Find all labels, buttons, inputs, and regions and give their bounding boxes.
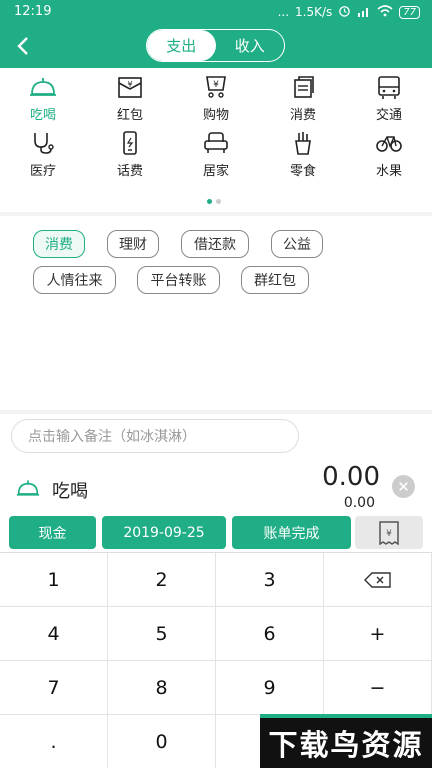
account-button[interactable]: 现金 bbox=[9, 516, 96, 549]
key-3[interactable]: 3 bbox=[216, 553, 324, 607]
section-divider bbox=[0, 410, 432, 414]
wifi-icon bbox=[377, 4, 393, 20]
plus-key[interactable]: + bbox=[324, 607, 432, 661]
category-label: 医疗 bbox=[29, 164, 56, 179]
tag-chip[interactable]: 平台转账 bbox=[137, 266, 220, 294]
armchair-icon bbox=[204, 132, 228, 153]
tab-income[interactable]: 收入 bbox=[216, 30, 285, 61]
category-item-food[interactable]: 吃喝 bbox=[13, 74, 73, 123]
svg-text:¥: ¥ bbox=[213, 80, 219, 90]
category-label: 居家 bbox=[202, 164, 229, 179]
red-envelope-icon: ¥ bbox=[118, 77, 142, 98]
receipt-icon: ¥ bbox=[379, 520, 399, 545]
expense-income-switch: 支出 收入 bbox=[146, 29, 285, 62]
status-dots: ... bbox=[277, 5, 290, 19]
key-8[interactable]: 8 bbox=[108, 661, 216, 715]
close-icon: ✕ bbox=[397, 477, 410, 496]
category-item-red-envelope[interactable]: ¥ 红包 bbox=[100, 74, 160, 123]
selected-category: 吃喝 bbox=[52, 481, 88, 502]
category-label: 红包 bbox=[116, 108, 143, 123]
alarm-icon bbox=[338, 4, 351, 20]
status-bar: 12:19 ... 1.5K/s 77 bbox=[0, 0, 432, 24]
tag-chip[interactable]: 公益 bbox=[271, 230, 323, 258]
battery-icon: 77 bbox=[399, 5, 420, 19]
receipt-icon bbox=[294, 76, 314, 98]
backspace-key[interactable] bbox=[324, 553, 432, 607]
tag-chip[interactable]: 群红包 bbox=[241, 266, 309, 294]
shopping-bag-icon: ¥ bbox=[206, 76, 226, 98]
signal-icon bbox=[357, 5, 371, 20]
key-6[interactable]: 6 bbox=[216, 607, 324, 661]
tag-chip[interactable]: 人情往来 bbox=[33, 266, 116, 294]
key-7[interactable]: 7 bbox=[0, 661, 108, 715]
network-speed: 1.5K/s bbox=[295, 5, 333, 19]
section-divider bbox=[0, 212, 432, 216]
status-time: 12:19 bbox=[14, 4, 52, 19]
watermark-logo: 下载鸟资源 bbox=[260, 714, 432, 768]
tab-expense[interactable]: 支出 bbox=[147, 30, 216, 61]
done-button[interactable]: 账单完成 bbox=[232, 516, 351, 549]
ticket-button[interactable]: ¥ bbox=[355, 516, 423, 549]
category-label: 零食 bbox=[289, 164, 316, 179]
page-dot-active bbox=[207, 199, 212, 204]
stethoscope-icon bbox=[34, 133, 54, 154]
status-indicators: ... 1.5K/s 77 bbox=[278, 4, 420, 20]
backspace-icon bbox=[363, 571, 391, 588]
category-label: 话费 bbox=[116, 164, 143, 179]
memo-input[interactable]: 点击输入备注（如冰淇淋） bbox=[11, 419, 299, 453]
svg-text:¥: ¥ bbox=[386, 529, 392, 539]
header-bar: 12:19 ... 1.5K/s 77 支出 收入 bbox=[0, 0, 432, 68]
category-item-consumption[interactable]: 消费 bbox=[273, 74, 333, 123]
phone-icon bbox=[123, 131, 137, 155]
date-button[interactable]: 2019-09-25 bbox=[102, 516, 226, 549]
category-item-medical[interactable]: 医疗 bbox=[13, 130, 73, 179]
key-5[interactable]: 5 bbox=[108, 607, 216, 661]
category-label: 消费 bbox=[289, 108, 316, 123]
key-2[interactable]: 2 bbox=[108, 553, 216, 607]
amount-row: 吃喝 0.00 0.00 ✕ bbox=[0, 460, 432, 514]
category-label: 购物 bbox=[202, 108, 229, 123]
food-cloche-icon bbox=[30, 78, 56, 96]
clear-button[interactable]: ✕ bbox=[392, 475, 415, 498]
page-indicator bbox=[207, 199, 221, 204]
amount-display: 0.00 bbox=[322, 462, 380, 492]
sub-amount-display: 0.00 bbox=[343, 495, 375, 511]
key-0[interactable]: 0 bbox=[108, 715, 216, 768]
category-item-home[interactable]: 居家 bbox=[186, 130, 246, 179]
category-item-phone-bill[interactable]: 话费 bbox=[100, 130, 160, 179]
bicycle-icon bbox=[376, 136, 402, 152]
key-9[interactable]: 9 bbox=[216, 661, 324, 715]
page-dot bbox=[216, 199, 221, 204]
tag-chip[interactable]: 消费 bbox=[33, 230, 85, 258]
tag-chip[interactable]: 理财 bbox=[107, 230, 159, 258]
category-label: 交通 bbox=[375, 108, 402, 123]
category-label: 水果 bbox=[375, 164, 402, 179]
category-item-transport[interactable]: 交通 bbox=[359, 74, 419, 123]
category-item-snacks[interactable]: 零食 bbox=[273, 130, 333, 179]
category-item-fruit[interactable]: 水果 bbox=[359, 130, 419, 179]
food-cloche-icon bbox=[16, 477, 40, 503]
key-4[interactable]: 4 bbox=[0, 607, 108, 661]
key-decimal[interactable]: . bbox=[0, 715, 108, 768]
fries-icon bbox=[295, 132, 311, 155]
chevron-left-icon bbox=[17, 37, 28, 55]
category-label: 吃喝 bbox=[29, 108, 56, 123]
tag-chip[interactable]: 借还款 bbox=[181, 230, 249, 258]
key-1[interactable]: 1 bbox=[0, 553, 108, 607]
back-button[interactable] bbox=[10, 32, 36, 60]
bus-icon bbox=[378, 76, 400, 99]
category-item-shopping[interactable]: ¥ 购物 bbox=[186, 74, 246, 123]
svg-text:¥: ¥ bbox=[127, 80, 132, 89]
minus-key[interactable]: − bbox=[324, 661, 432, 715]
action-bar: 现金 2019-09-25 账单完成 ¥ bbox=[0, 516, 432, 552]
